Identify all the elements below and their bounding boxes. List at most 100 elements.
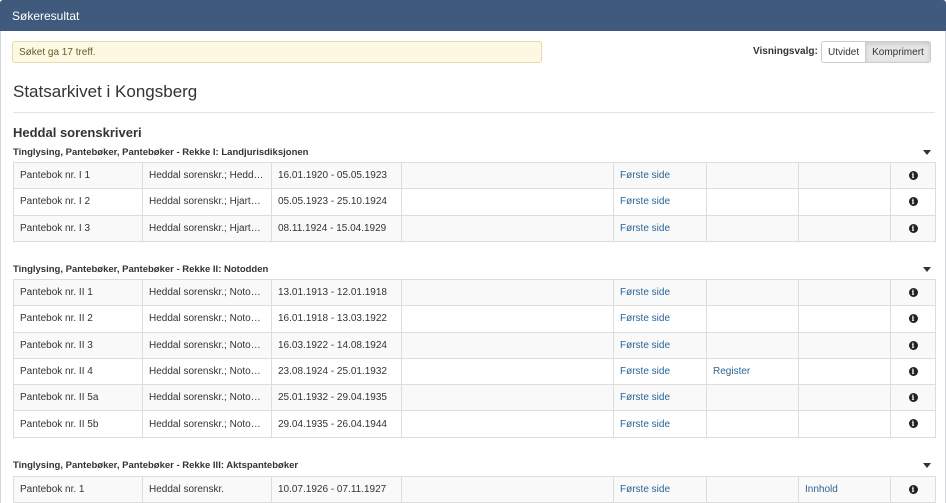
info-circle-icon[interactable]: i: [908, 288, 918, 297]
period-cell: 08.11.1924 - 15.04.1929: [271, 214, 402, 242]
caret-down-icon[interactable]: [923, 150, 931, 155]
period-cell: 16.01.1918 - 13.03.1922: [271, 305, 402, 333]
extra-cell: [401, 188, 614, 216]
extra-cell: [401, 278, 614, 307]
info-cell: i: [890, 305, 936, 333]
period-cell: 16.03.1922 - 14.08.1924: [271, 331, 402, 359]
first-page-link[interactable]: Første side: [620, 340, 670, 351]
table-row: Pantebok nr. II 5b Heddal sorenskr.; Noto…: [13, 410, 936, 438]
extra-cell: [401, 475, 614, 503]
first-page-link[interactable]: Første side: [620, 392, 670, 403]
period-cell: 25.01.1932 - 29.04.1935: [271, 384, 402, 412]
info-circle-icon[interactable]: i: [908, 485, 918, 494]
first-page-link[interactable]: Første side: [620, 196, 670, 207]
volume-name-cell: Pantebok nr. 1: [13, 475, 143, 503]
extra-cell: [401, 410, 614, 438]
first-page-cell: Første side: [613, 214, 707, 242]
content-cell: [798, 214, 891, 242]
table-row: Pantebok nr. I 2 Heddal sorenskr.; Hjartd…: [13, 188, 936, 216]
first-page-cell: Første side: [613, 384, 707, 412]
series-title-rekke-2[interactable]: Tinglysing, Pantebøker, Pantebøker - Rek…: [13, 264, 268, 275]
info-cell: i: [890, 278, 936, 307]
archive-title: Statsarkivet i Kongsberg: [13, 82, 198, 101]
register-cell: [706, 214, 799, 242]
period-cell: 13.01.1913 - 12.01.1918: [271, 278, 402, 307]
content-cell: Innhold: [798, 475, 891, 503]
content-cell: [798, 278, 891, 307]
register-cell: [706, 278, 799, 307]
info-circle-icon[interactable]: i: [908, 223, 918, 233]
info-circle-icon[interactable]: i: [908, 366, 918, 376]
first-page-link[interactable]: Første side: [620, 366, 670, 377]
caret-down-icon[interactable]: [923, 463, 931, 468]
first-page-cell: Første side: [613, 305, 707, 333]
info-circle-icon[interactable]: i: [908, 393, 918, 403]
creator-cell: Heddal sorenskr.: [142, 475, 272, 503]
content-link[interactable]: Innhold: [805, 484, 838, 495]
search-hits-alert: Søket ga 17 treff.: [12, 41, 542, 63]
volume-name-cell: Pantebok nr. II 5b: [13, 410, 143, 438]
series-table-rekke-1: Pantebok nr. I 1 Heddal sorenskr.; Heddal…: [13, 161, 936, 242]
info-circle-icon[interactable]: i: [908, 314, 918, 324]
info-circle-icon[interactable]: i: [908, 197, 918, 207]
register-cell: [706, 331, 799, 359]
extra-cell: [401, 305, 614, 333]
first-page-link[interactable]: Første side: [620, 223, 670, 234]
info-circle-icon[interactable]: i: [908, 171, 918, 180]
table-row: Pantebok nr. 1 Heddal sorenskr. 10.07.1926…: [13, 475, 936, 503]
creator-cell: Heddal sorenskr.; Notodd...: [142, 384, 272, 412]
first-page-link[interactable]: Første side: [620, 287, 670, 298]
info-cell: i: [890, 410, 936, 438]
extra-cell: [401, 161, 614, 190]
volume-name-cell: Pantebok nr. II 5a: [13, 384, 143, 412]
results-header-title: Søkeresultat: [12, 9, 80, 23]
results-header: Søkeresultat: [0, 0, 946, 31]
series-table-rekke-2: Pantebok nr. II 1 Heddal sorenskr.; Notod…: [13, 278, 936, 438]
info-cell: i: [890, 188, 936, 216]
table-row: Pantebok nr. II 2 Heddal sorenskr.; Notod…: [13, 305, 936, 333]
series-title-rekke-1[interactable]: Tinglysing, Pantebøker, Pantebøker - Rek…: [13, 147, 308, 158]
extra-cell: [401, 357, 614, 386]
creator-cell: Heddal sorenskr.; Hjartda...: [142, 188, 272, 216]
series-table-rekke-3: Pantebok nr. 1 Heddal sorenskr. 10.07.1926…: [13, 475, 936, 503]
expanded-view-button[interactable]: Utvidet: [821, 41, 867, 63]
creator-cell: Heddal sorenskr.; Notodd...: [142, 305, 272, 333]
series-title-rekke-3[interactable]: Tinglysing, Pantebøker, Pantebøker - Rek…: [13, 460, 298, 471]
content-cell: [798, 357, 891, 386]
first-page-link[interactable]: Første side: [620, 170, 670, 181]
content-cell: [798, 331, 891, 359]
first-page-link[interactable]: Første side: [620, 419, 670, 430]
first-page-cell: Første side: [613, 161, 707, 190]
table-row: Pantebok nr. I 3 Heddal sorenskr.; Hjartd…: [13, 214, 936, 242]
volume-name-cell: Pantebok nr. I 3: [13, 214, 143, 242]
info-cell: i: [890, 331, 936, 359]
volume-name-cell: Pantebok nr. II 2: [13, 305, 143, 333]
period-cell: 10.07.1926 - 07.11.1927: [271, 475, 402, 503]
content-cell: [798, 188, 891, 216]
table-row: Pantebok nr. II 5a Heddal sorenskr.; Noto…: [13, 384, 936, 412]
info-circle-icon[interactable]: i: [908, 340, 918, 350]
info-circle-icon[interactable]: i: [908, 419, 918, 429]
period-cell: 05.05.1923 - 25.10.1924: [271, 188, 402, 216]
volume-name-cell: Pantebok nr. I 2: [13, 188, 143, 216]
info-cell: i: [890, 214, 936, 242]
creator-cell: Heddal sorenskr.; Hjartda...: [142, 214, 272, 242]
register-cell: [706, 161, 799, 190]
first-page-cell: Første side: [613, 357, 707, 386]
register-cell: [706, 410, 799, 438]
first-page-cell: Første side: [613, 331, 707, 359]
view-options-label: Visningsvalg:: [753, 46, 818, 57]
register-cell: [706, 188, 799, 216]
table-row: Pantebok nr. II 3 Heddal sorenskr.; Notod…: [13, 331, 936, 359]
volume-name-cell: Pantebok nr. II 4: [13, 357, 143, 386]
first-page-link[interactable]: Første side: [620, 484, 670, 495]
info-cell: i: [890, 475, 936, 503]
period-cell: 29.04.1935 - 26.04.1944: [271, 410, 402, 438]
register-link[interactable]: Register: [713, 366, 750, 377]
caret-down-icon[interactable]: [923, 267, 931, 272]
creator-cell: Heddal sorenskr.; Heddal...: [142, 161, 272, 190]
compressed-view-button[interactable]: Komprimert: [866, 41, 931, 63]
first-page-cell: Første side: [613, 410, 707, 438]
first-page-cell: Første side: [613, 278, 707, 307]
first-page-link[interactable]: Første side: [620, 313, 670, 324]
